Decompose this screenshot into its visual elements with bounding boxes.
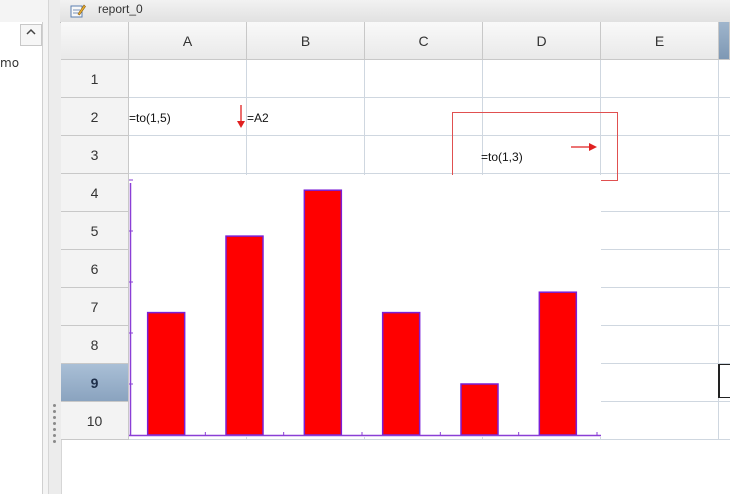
bar-5 (460, 383, 499, 436)
grid-corner[interactable] (61, 22, 129, 60)
row-header-8[interactable]: 8 (61, 326, 129, 364)
bar-6 (538, 291, 578, 436)
tab-report[interactable]: report_0 (98, 2, 143, 16)
column-header-e[interactable]: E (601, 22, 719, 60)
row-header-6[interactable]: 6 (61, 250, 129, 288)
bar-chart-svg (129, 179, 601, 437)
cell-d3[interactable]: =to(1,3) (481, 150, 523, 164)
report-edit-icon (70, 3, 86, 18)
row-header-4[interactable]: 4 (61, 174, 129, 212)
cell-a2[interactable]: =to(1,5) (129, 111, 171, 125)
chevron-up-icon[interactable] (20, 24, 42, 46)
column-header-next[interactable] (719, 22, 730, 60)
row-header-1[interactable]: 1 (61, 60, 129, 98)
column-header-a[interactable]: A (129, 22, 247, 60)
row-header-9-selected[interactable]: 9 (61, 364, 129, 402)
column-header-c[interactable]: C (365, 22, 483, 60)
row-header-7[interactable]: 7 (61, 288, 129, 326)
column-header-b[interactable]: B (247, 22, 365, 60)
row-header-5[interactable]: 5 (61, 212, 129, 250)
left-tree-panel[interactable] (0, 22, 43, 494)
column-header-d[interactable]: D (483, 22, 601, 60)
cell-b2[interactable]: =A2 (247, 111, 269, 125)
row-header-2[interactable]: 2 (61, 98, 129, 136)
panel-splitter[interactable] (48, 0, 62, 494)
bar-2 (225, 235, 264, 436)
bar-chart[interactable] (129, 175, 601, 437)
bar-1 (146, 311, 186, 436)
arrow-right-icon (570, 137, 598, 156)
left-panel-text: mo (0, 56, 20, 70)
row-header-3[interactable]: 3 (61, 136, 129, 174)
arrow-down-icon (236, 104, 246, 134)
bar-3 (303, 189, 343, 436)
bar-4 (381, 311, 421, 436)
row-header-10[interactable]: 10 (61, 402, 129, 440)
cell-marker (718, 364, 730, 398)
tab-bar (60, 0, 730, 23)
